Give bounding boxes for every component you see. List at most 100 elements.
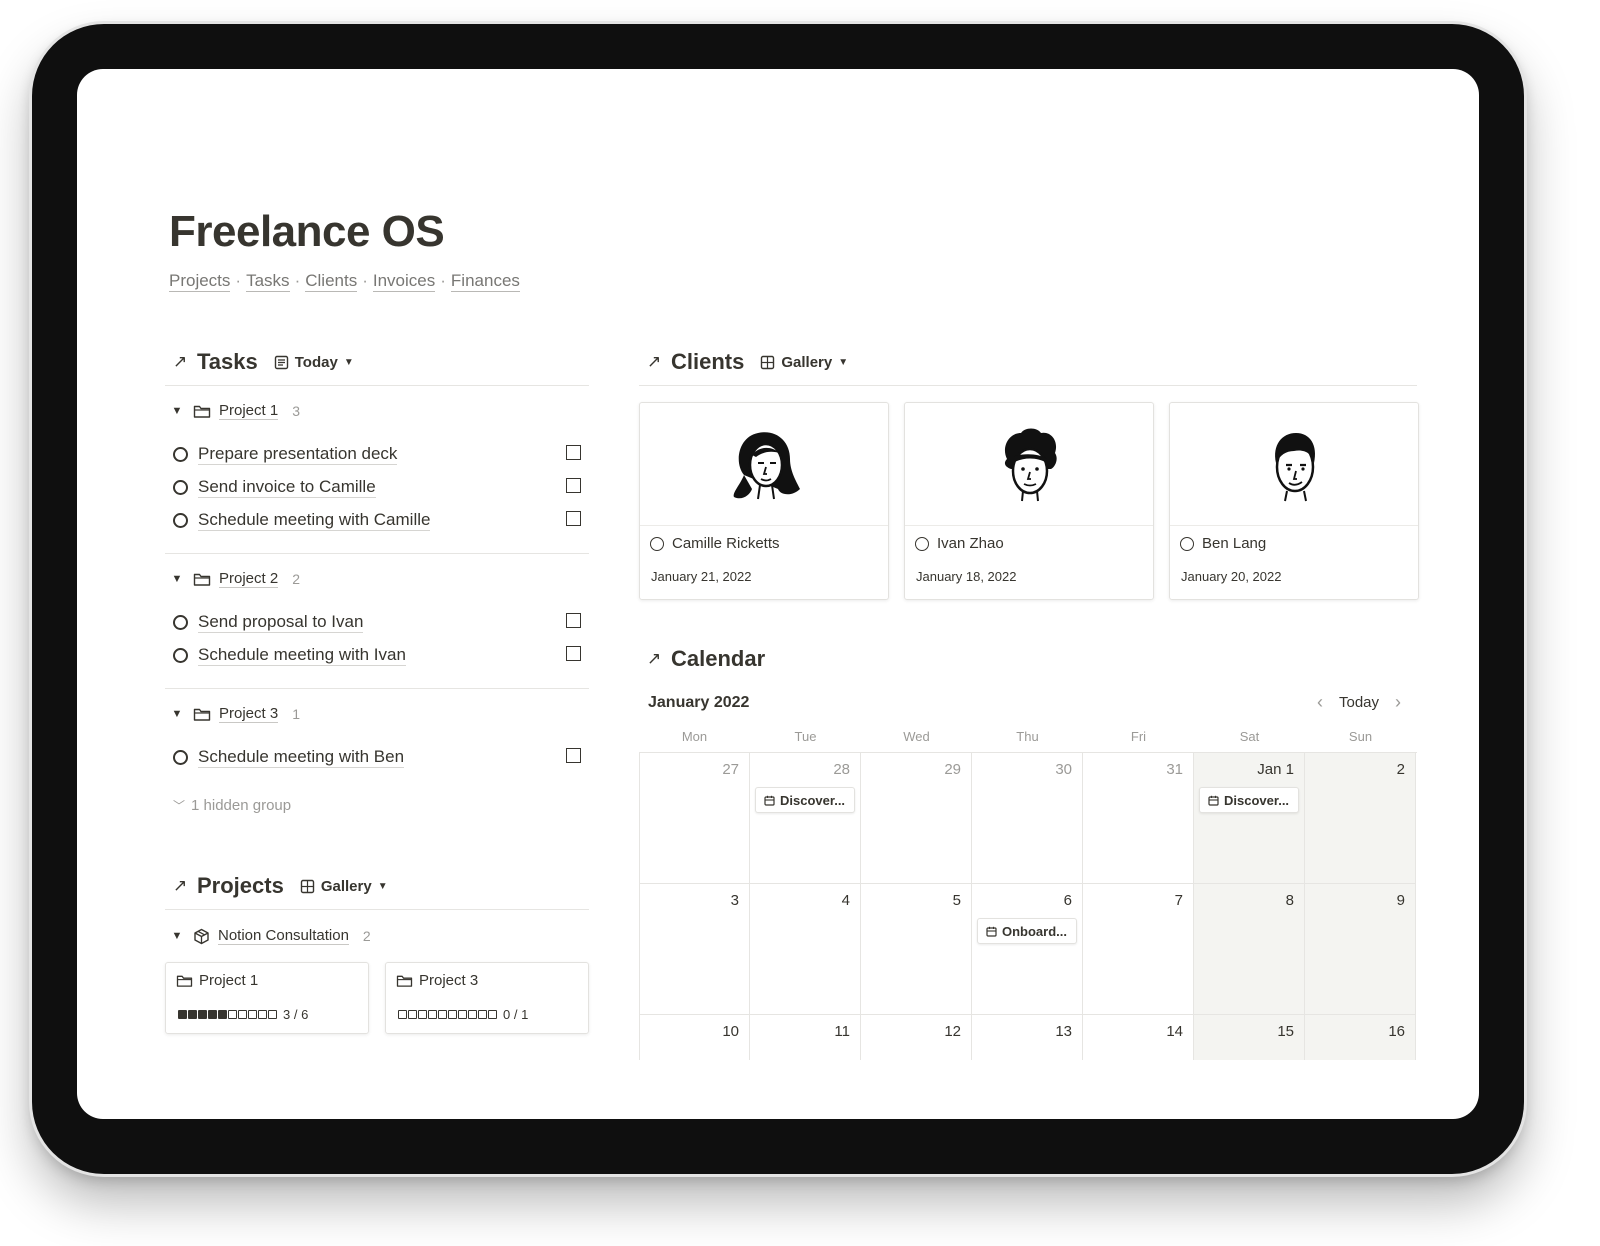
calendar-event[interactable]: Discover... (755, 787, 855, 813)
calendar-day[interactable]: 14 (1083, 1015, 1194, 1060)
calendar-day[interactable]: 7 (1083, 884, 1194, 1015)
task-row[interactable]: Send proposal to Ivan (169, 607, 593, 637)
clients-view-switcher[interactable]: Gallery ▼ (760, 354, 848, 371)
status-circle-icon[interactable] (1180, 536, 1194, 551)
project-name: Project 1 (199, 972, 259, 989)
status-circle-icon[interactable] (173, 479, 188, 495)
client-name-row: Ben Lang (1180, 535, 1266, 552)
client-name: Ben Lang (1202, 535, 1267, 552)
today-button[interactable]: Today (1339, 694, 1379, 711)
calendar-event[interactable]: Discover... (1199, 787, 1299, 813)
calendar-day[interactable]: 15 (1194, 1015, 1305, 1060)
tasks-view-switcher[interactable]: Today ▼ (274, 354, 354, 371)
link-finances[interactable]: Finances (450, 271, 520, 292)
calendar-day[interactable]: 28 Discover... (750, 753, 861, 884)
calendar-nav: ‹ Today › (1317, 692, 1401, 713)
project-card[interactable]: Project 3 0 / 1 (385, 962, 589, 1034)
task-title[interactable]: Send proposal to Ivan (198, 612, 364, 633)
task-title[interactable]: Schedule meeting with Camille (198, 510, 431, 531)
chevron-right-icon[interactable]: › (1395, 692, 1401, 713)
task-title[interactable]: Schedule meeting with Ben (198, 747, 405, 768)
calendar-day[interactable]: 5 (861, 884, 972, 1015)
status-circle-icon[interactable] (915, 536, 929, 551)
task-row[interactable]: Prepare presentation deck (169, 439, 593, 469)
checkbox[interactable] (566, 646, 581, 661)
status-circle-icon[interactable] (173, 749, 188, 765)
progress-square (418, 1010, 427, 1019)
task-title[interactable]: Prepare presentation deck (198, 444, 398, 465)
status-circle-icon[interactable] (173, 647, 188, 663)
client-card[interactable]: Ivan Zhao January 18, 2022 (904, 402, 1154, 600)
checkbox[interactable] (566, 748, 581, 763)
status-circle-icon[interactable] (173, 512, 188, 528)
hidden-groups-toggle[interactable]: ﹀ 1 hidden group (173, 797, 291, 814)
link-tasks[interactable]: Tasks (246, 271, 290, 292)
calendar-day[interactable]: 27 (639, 753, 750, 884)
projects-view-switcher[interactable]: Gallery ▼ (300, 878, 388, 895)
calendar-day[interactable]: 29 (861, 753, 972, 884)
task-title[interactable]: Send invoice to Camille (198, 477, 376, 498)
client-name: Ivan Zhao (937, 535, 1004, 552)
arrow-up-right-icon[interactable]: ↗ (647, 649, 663, 669)
tasks-title[interactable]: Tasks (197, 349, 258, 375)
clients-title[interactable]: Clients (671, 349, 744, 375)
task-row[interactable]: Schedule meeting with Ivan (169, 640, 593, 670)
calendar-day[interactable]: 12 (861, 1015, 972, 1060)
calendar-day[interactable]: 2 (1305, 753, 1416, 884)
calendar-day[interactable]: 30 (972, 753, 1083, 884)
client-card[interactable]: Camille Ricketts January 21, 2022 (639, 402, 889, 600)
projects-title[interactable]: Projects (197, 873, 284, 899)
task-title[interactable]: Schedule meeting with Ivan (198, 645, 406, 666)
calendar-day[interactable]: 8 (1194, 884, 1305, 1015)
progress-square (238, 1010, 247, 1019)
arrow-up-right-icon[interactable]: ↗ (173, 876, 189, 896)
project-card-title: Project 3 (396, 972, 478, 989)
calendar-day[interactable]: 11 (750, 1015, 861, 1060)
task-row[interactable]: Schedule meeting with Camille (169, 505, 593, 535)
link-invoices[interactable]: Invoices (372, 271, 436, 292)
calendar-day[interactable]: 31 (1083, 753, 1194, 884)
client-card[interactable]: Ben Lang January 20, 2022 (1169, 402, 1419, 600)
calendar-day[interactable]: 6 Onboard... (972, 884, 1083, 1015)
day-number: 2 (1396, 761, 1405, 778)
chevron-left-icon[interactable]: ‹ (1317, 692, 1323, 713)
group-label[interactable]: Project 1 (219, 402, 279, 420)
day-number: 13 (1055, 1023, 1072, 1040)
progress-square (468, 1010, 477, 1019)
toggle-triangle-icon[interactable]: ▼ (169, 573, 185, 585)
task-group-project-3: ▼ Project 3 1 (169, 705, 593, 723)
calendar-day[interactable]: 16 (1305, 1015, 1416, 1060)
progress-square (438, 1010, 447, 1019)
calendar-day[interactable]: 10 (639, 1015, 750, 1060)
project-name: Project 3 (419, 972, 479, 989)
calendar-event[interactable]: Onboard... (977, 918, 1077, 944)
toggle-triangle-icon[interactable]: ▼ (169, 930, 185, 942)
arrow-up-right-icon[interactable]: ↗ (647, 352, 663, 372)
checkbox[interactable] (566, 445, 581, 460)
toggle-triangle-icon[interactable]: ▼ (169, 708, 185, 720)
calendar-day[interactable]: 3 (639, 884, 750, 1015)
calendar-day[interactable]: 9 (1305, 884, 1416, 1015)
status-circle-icon[interactable] (650, 536, 664, 551)
link-projects[interactable]: Projects (169, 271, 231, 292)
checkbox[interactable] (566, 613, 581, 628)
group-label[interactable]: Notion Consultation (218, 927, 349, 945)
calendar-day[interactable]: 13 (972, 1015, 1083, 1060)
status-circle-icon[interactable] (173, 614, 188, 630)
notion-page: Freelance OS Projects · Tasks · Clients · Invo… (77, 69, 1479, 1119)
checkbox[interactable] (566, 478, 581, 493)
link-clients[interactable]: Clients (305, 271, 358, 292)
group-label[interactable]: Project 2 (219, 570, 279, 588)
toggle-triangle-icon[interactable]: ▼ (169, 405, 185, 417)
group-label[interactable]: Project 3 (219, 705, 279, 723)
checkbox[interactable] (566, 511, 581, 526)
task-row[interactable]: Schedule meeting with Ben (169, 742, 593, 772)
project-card[interactable]: Project 1 3 / 6 (165, 962, 369, 1034)
arrow-up-right-icon[interactable]: ↗ (173, 352, 189, 372)
calendar-title[interactable]: Calendar (671, 646, 765, 672)
status-circle-icon[interactable] (173, 446, 188, 462)
weekday-label: Mon (681, 729, 708, 744)
calendar-day[interactable]: 4 (750, 884, 861, 1015)
calendar-day[interactable]: Jan 1 Discover... (1194, 753, 1305, 884)
task-row[interactable]: Send invoice to Camille (169, 472, 593, 502)
